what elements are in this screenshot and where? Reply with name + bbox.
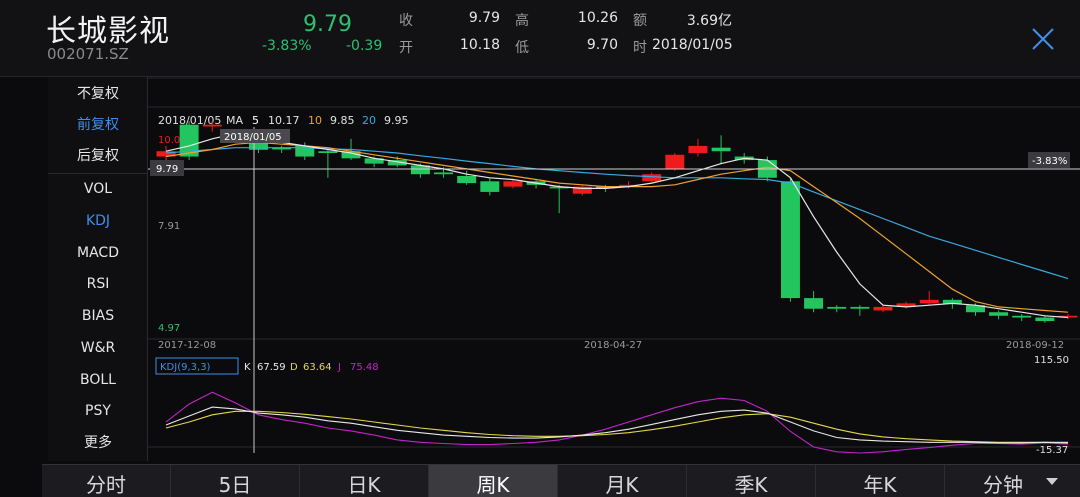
quote-label-open: 开 xyxy=(399,40,413,56)
tab-weekly-k[interactable]: 周K xyxy=(429,465,558,497)
sidebar-item-bias[interactable]: BIAS xyxy=(48,301,148,331)
kdj-k-value: 67.59 xyxy=(257,362,286,373)
sidebar-item-psy[interactable]: PSY xyxy=(48,396,148,426)
tab-daily-k[interactable]: 日K xyxy=(300,465,429,497)
candle-body xyxy=(711,147,731,152)
close-button[interactable] xyxy=(1030,26,1056,52)
x-label-mid: 2018-04-27 xyxy=(584,340,642,351)
sidebar-item-rsi[interactable]: RSI xyxy=(48,269,148,299)
candle-body xyxy=(1012,315,1032,318)
candle-body xyxy=(202,124,222,127)
candle-body xyxy=(804,298,824,309)
change-percent: -3.83% xyxy=(262,38,312,54)
kdj-d-line xyxy=(165,410,1068,443)
kdj-k-label: K xyxy=(244,362,251,373)
tab-5day[interactable]: 5日 xyxy=(171,465,300,497)
quote-value-time: 2018/01/05 xyxy=(652,37,733,53)
chevron-down-icon[interactable] xyxy=(1046,478,1058,485)
candle-body xyxy=(434,172,454,175)
stock-code: 002071.SZ xyxy=(47,45,129,63)
change-amount: -0.39 xyxy=(346,38,383,54)
tab-yearly-k[interactable]: 年K xyxy=(816,465,945,497)
crosshair-date-text: 2018/01/05 xyxy=(224,132,282,143)
kdj-j-value: 75.48 xyxy=(350,362,379,373)
quote-label-close: 收 xyxy=(399,13,413,29)
candle-body xyxy=(989,312,1009,316)
candle-body xyxy=(919,299,939,304)
candle-body xyxy=(642,174,662,182)
candle-body xyxy=(827,306,847,309)
kdj-k-line xyxy=(165,406,1069,444)
quote-value-high: 10.26 xyxy=(577,10,618,26)
candle-body xyxy=(1035,317,1055,322)
sidebar-item-more[interactable]: 更多 xyxy=(48,428,148,458)
kdj-d-value: 63.64 xyxy=(303,362,332,373)
kdj-d-label: D xyxy=(290,362,298,373)
ma5-label: 5 xyxy=(252,114,259,127)
sidebar-item-backward-adjust[interactable]: 后复权 xyxy=(48,141,148,171)
sidebar-item-kdj[interactable]: KDJ xyxy=(48,206,148,236)
candle-body xyxy=(850,306,870,309)
stock-name: 长城影视 xyxy=(46,14,170,49)
candle-body xyxy=(503,181,523,187)
close-icon xyxy=(1032,28,1054,50)
x-label-start: 2017-12-08 xyxy=(158,340,216,351)
ma20-label: 20 xyxy=(362,114,376,127)
kline-chart-area[interactable]: 2018/01/05 MA 5 10.17 10 9.85 20 9.95 10… xyxy=(148,77,1080,461)
sidebar-item-boll[interactable]: BOLL xyxy=(48,365,148,395)
kline-chart[interactable]: 2018/01/05 MA 5 10.17 10 9.85 20 9.95 10… xyxy=(148,77,1080,461)
ma20-line xyxy=(165,147,1069,280)
kdj-legend-title: KDJ(9,3,3) xyxy=(160,362,211,373)
tab-intraday[interactable]: 分时 xyxy=(42,465,171,497)
candle-body xyxy=(688,145,708,153)
x-label-end: 2018-09-12 xyxy=(1006,340,1064,351)
ma10-label: 10 xyxy=(308,114,322,127)
quote-label-time: 时 xyxy=(633,40,647,56)
y-label-mid: 7.91 xyxy=(158,221,180,232)
candle-body xyxy=(873,306,893,311)
ma20-value: 9.95 xyxy=(384,114,409,127)
candle-body xyxy=(480,181,500,192)
quote-value-low: 9.70 xyxy=(586,37,618,53)
y-label-bottom: 4.97 xyxy=(158,323,180,334)
kdj-j-label: J xyxy=(337,362,341,373)
quote-label-low: 低 xyxy=(515,40,529,56)
current-price-tag-text: 9.79 xyxy=(156,164,178,175)
ma10-line xyxy=(165,141,1069,313)
ma10-value: 9.85 xyxy=(330,114,355,127)
tab-monthly-k[interactable]: 月K xyxy=(558,465,687,497)
quote-header: 长城影视 002071.SZ 9.79 -3.83% -0.39 收 9.79 … xyxy=(0,0,1080,76)
candle-body xyxy=(665,154,685,169)
quote-value-amount: 3.69亿 xyxy=(686,13,732,29)
tab-minute[interactable]: 分钟 xyxy=(945,465,1080,497)
candle-body xyxy=(318,151,338,153)
kdj-y-label-bottom: -15.37 xyxy=(1036,445,1068,456)
sidebar-item-no-adjust[interactable]: 不复权 xyxy=(48,79,148,109)
current-price: 9.79 xyxy=(303,12,352,37)
sidebar-item-forward-adjust[interactable]: 前复权 xyxy=(48,110,148,140)
tab-quarterly-k[interactable]: 季K xyxy=(687,465,816,497)
sidebar-item-vol[interactable]: VOL xyxy=(48,174,148,204)
ma5-value: 10.17 xyxy=(268,114,300,127)
quote-value-close: 9.79 xyxy=(468,10,500,26)
sidebar-item-wr[interactable]: W&R xyxy=(48,333,148,363)
current-pct-tag-text: -3.83% xyxy=(1032,156,1067,167)
ma5-line xyxy=(165,132,1069,319)
kdj-y-label-top: 115.50 xyxy=(1034,355,1069,366)
kdj-j-line xyxy=(165,391,1069,454)
ma-legend-label: MA xyxy=(226,114,243,127)
kdj-legend: KDJ(9,3,3) K 67.59 D 63.64 J 75.48 xyxy=(155,357,379,375)
quote-value-open: 10.18 xyxy=(459,37,500,53)
candle-body xyxy=(780,181,800,299)
indicator-sidebar: 不复权 前复权 后复权 VOL KDJ MACD RSI BIAS W&R BO… xyxy=(48,77,148,461)
quote-label-high: 高 xyxy=(515,13,529,29)
quote-label-amount: 额 xyxy=(633,13,647,29)
period-tabbar: 分时 5日 日K 周K 月K 季K 年K 分钟 xyxy=(42,464,1080,497)
sidebar-item-macd[interactable]: MACD xyxy=(48,238,148,268)
candlestick-series xyxy=(156,121,1078,323)
candle-body xyxy=(457,176,477,184)
